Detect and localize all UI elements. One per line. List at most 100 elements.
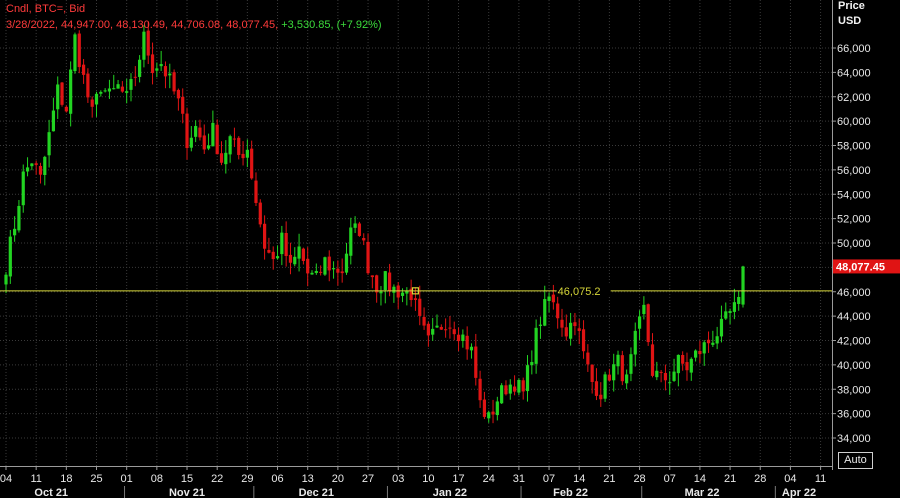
candle-body	[310, 272, 314, 275]
candle-body	[556, 303, 560, 319]
candle-body	[431, 328, 435, 335]
candle-body	[30, 163, 34, 167]
time-tick-label: 17	[452, 473, 464, 485]
time-tick-label: 13	[302, 473, 314, 485]
time-tick-label: 20	[332, 473, 344, 485]
price-tick-label: 60,000	[837, 116, 871, 128]
candle-body	[293, 256, 297, 265]
candle-body	[663, 372, 668, 381]
price-tick-label: 38,000	[837, 384, 871, 396]
candle-body	[629, 354, 633, 374]
time-tick-label: 08	[151, 473, 163, 485]
candle-body	[73, 34, 77, 72]
candle-body	[379, 291, 383, 294]
candlestick-chart[interactable]: 34,000 36,000 38,000 40,000 42,000 44,000 46,0…	[0, 0, 900, 498]
price-tick-label: 42,000	[837, 336, 871, 348]
candle-body	[172, 72, 176, 92]
time-tick-label: 11	[30, 473, 41, 485]
time-tick-label: 14	[694, 473, 706, 485]
candle-body	[21, 171, 25, 206]
candle-body	[435, 325, 439, 328]
candle-body	[129, 79, 133, 90]
candle-body	[715, 336, 719, 344]
candle-body	[444, 329, 448, 331]
candle-body	[594, 381, 599, 396]
candle-body	[211, 122, 215, 147]
time-tick-label: 28	[633, 473, 645, 485]
candle-body	[163, 66, 168, 77]
candle-body	[512, 386, 517, 392]
candle-body	[681, 355, 685, 364]
candle-body	[603, 374, 607, 399]
candle-body	[103, 90, 107, 92]
candle-body	[366, 241, 370, 274]
candle-body	[219, 153, 224, 163]
candle-body	[297, 246, 301, 259]
candle-body	[525, 365, 530, 392]
time-tick-label: 15	[181, 473, 193, 485]
candle-body	[155, 68, 159, 71]
candle-body	[206, 145, 211, 149]
candle-body	[112, 88, 116, 90]
candle-body	[258, 202, 262, 225]
candle-body	[577, 328, 581, 331]
price-tick-label: 36,000	[837, 409, 871, 421]
candle-body	[495, 401, 499, 416]
candle-body	[142, 31, 146, 60]
month-label: Mar 22	[685, 487, 720, 498]
candle-body	[456, 334, 461, 342]
candle-body	[150, 54, 155, 74]
candle-body	[694, 350, 698, 358]
candle-body	[672, 371, 676, 381]
candle-body	[375, 275, 379, 293]
candle-body	[706, 339, 711, 344]
candle-body	[120, 86, 124, 92]
candle-body	[181, 96, 185, 114]
candle-body	[689, 358, 693, 373]
price-tick-label: 58,000	[837, 141, 871, 153]
candle-body	[86, 73, 90, 98]
candle-body	[586, 352, 590, 365]
candle-body	[344, 253, 349, 273]
time-tick-label: 24	[483, 473, 495, 485]
currency-axis-title: USD	[838, 15, 862, 27]
candle-body	[245, 149, 249, 158]
candle-body	[659, 371, 663, 373]
candle-body	[728, 311, 732, 313]
candle-body	[168, 73, 172, 76]
time-tick-label: 21	[724, 473, 736, 485]
candle-body	[581, 329, 586, 352]
candle-body	[116, 84, 120, 89]
candle-body	[702, 342, 706, 354]
candle-body	[551, 294, 555, 303]
candle-body	[336, 268, 340, 273]
candle-body	[107, 88, 112, 92]
candle-body	[698, 351, 702, 355]
candle-body	[189, 137, 193, 148]
candle-body	[534, 327, 538, 364]
candle-body	[301, 248, 305, 261]
price-tick-label: 56,000	[837, 165, 871, 177]
candle-body	[676, 354, 680, 374]
month-label: Jan 22	[433, 487, 467, 498]
candle-body	[34, 163, 38, 165]
ohlc-readout: 3/28/2022, 44,947.00, 48,130.49, 44,706.…	[6, 19, 382, 31]
candle-body	[263, 223, 267, 249]
candle-body	[25, 167, 30, 172]
price-tick-label: 66,000	[837, 43, 871, 55]
reference-line-label: 46,075.2	[558, 286, 601, 298]
candle-body	[569, 322, 573, 339]
time-tick-label: 29	[241, 473, 253, 485]
auto-scale-button[interactable]: Auto	[838, 452, 873, 469]
candle-body	[202, 135, 206, 150]
candle-body	[146, 30, 150, 56]
candle-body	[668, 382, 672, 384]
candle-body	[418, 298, 422, 316]
price-tick-label: 52,000	[837, 214, 871, 226]
time-tick-label: 04	[784, 473, 796, 485]
candle-body	[176, 89, 180, 99]
candle-body	[250, 148, 254, 179]
candle-body	[314, 270, 318, 273]
candle-body	[306, 258, 310, 274]
candle-body	[319, 271, 323, 273]
